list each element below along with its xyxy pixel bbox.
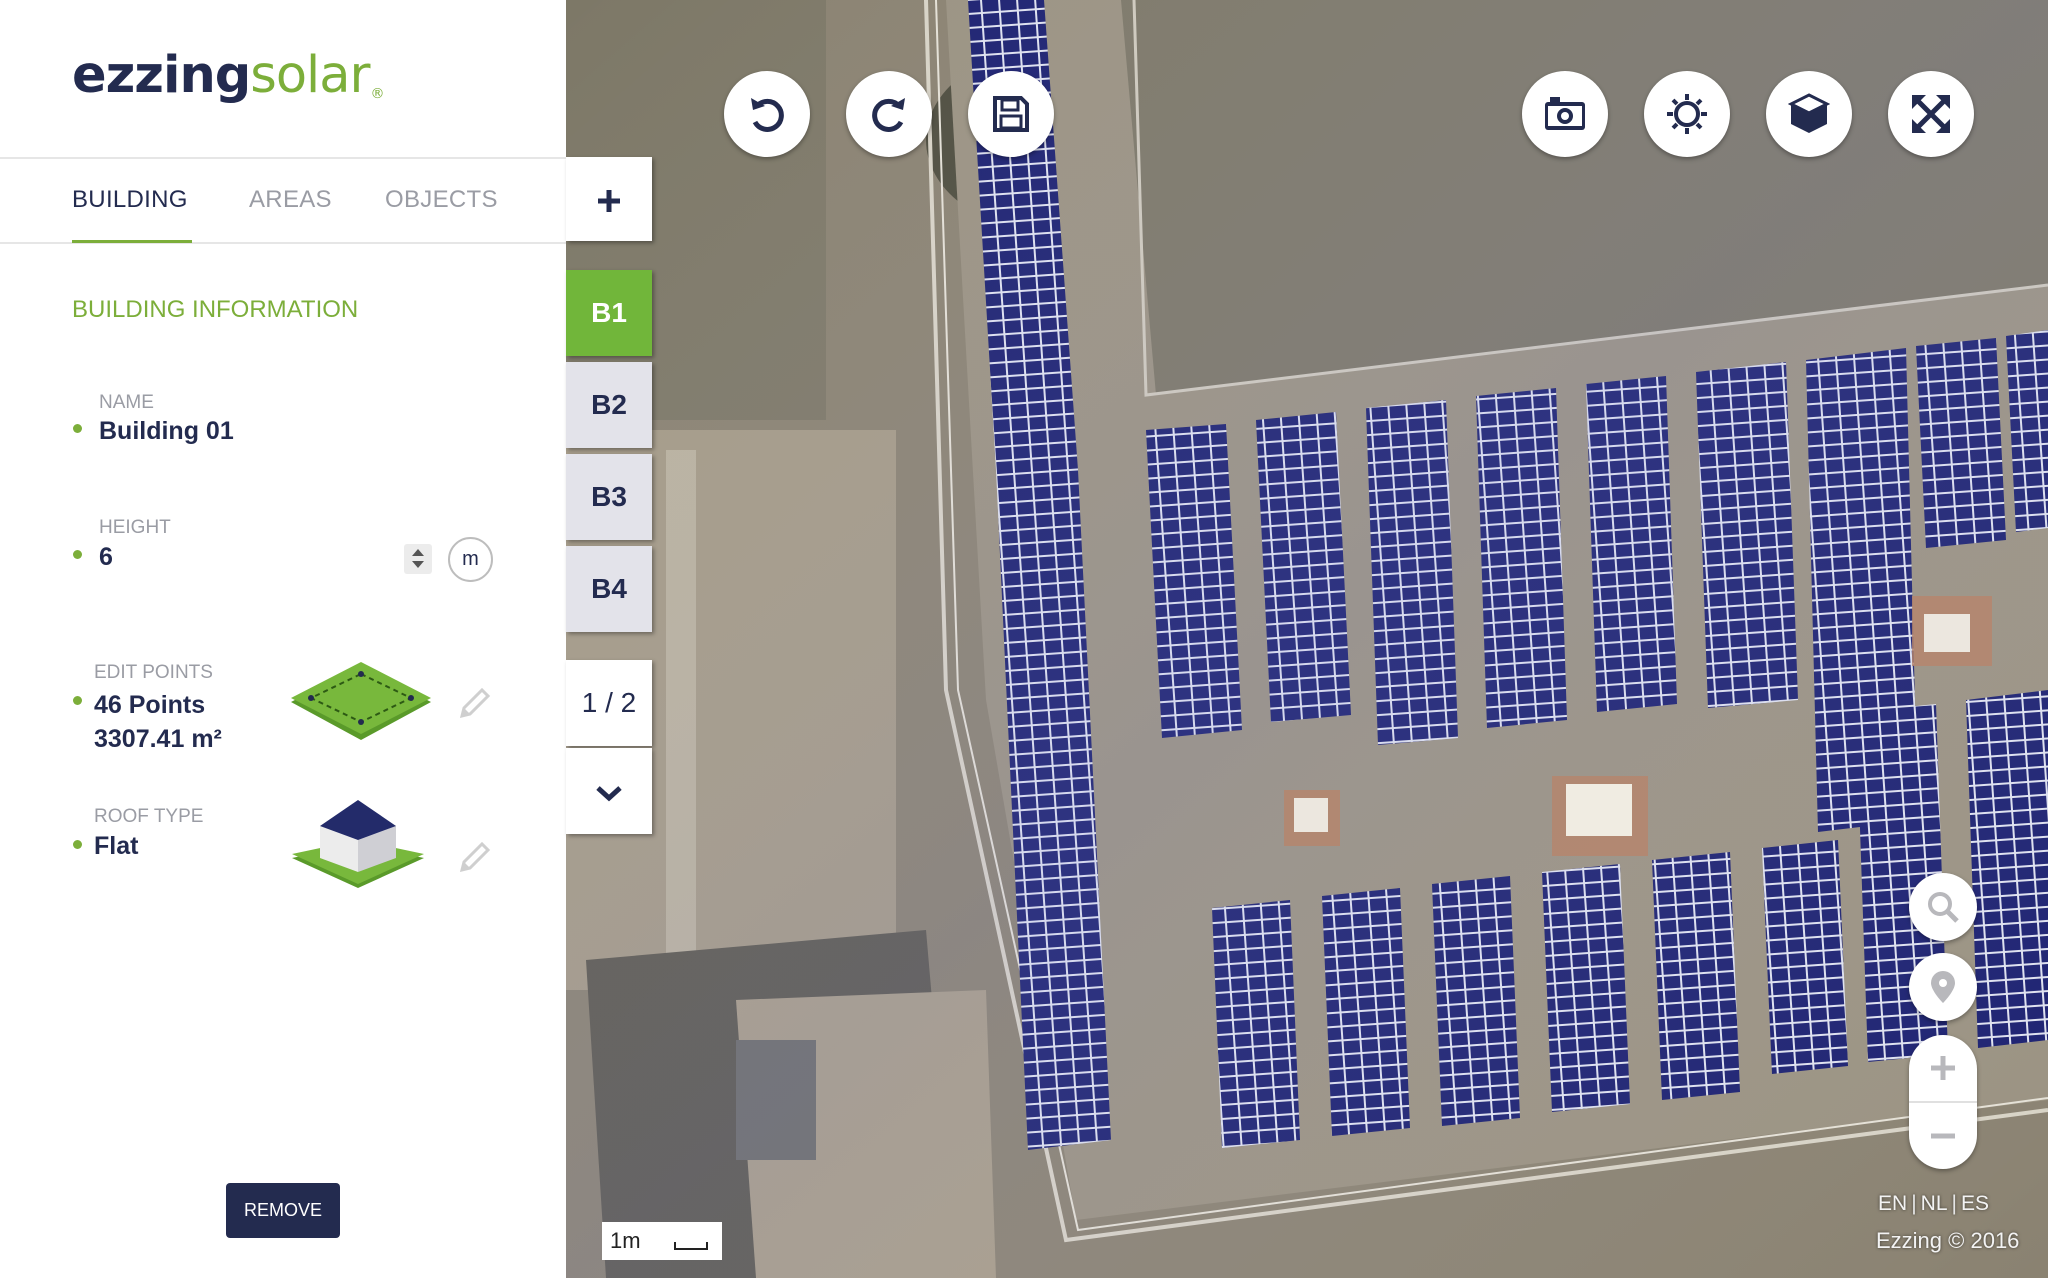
scale-label: 1m [610, 1228, 641, 1253]
zoom-in-icon [1931, 1056, 1955, 1080]
camera-icon [1545, 97, 1585, 130]
remove-button[interactable]: REMOVE [226, 1183, 340, 1238]
points-count: 46 Points [94, 691, 206, 719]
zoom-out-icon [1931, 1133, 1955, 1139]
locate-button[interactable] [1909, 953, 1977, 1021]
edit-points-label: EDIT POINTS [94, 662, 213, 683]
zoom-control [1909, 1035, 1977, 1169]
active-tab-indicator [72, 240, 192, 243]
height-field[interactable]: 6 [99, 543, 113, 572]
satellite-imagery [566, 0, 2048, 1278]
save-icon [993, 96, 1029, 132]
sun-icon [1667, 94, 1707, 134]
fullscreen-icon [1912, 95, 1950, 133]
scale-bar-graphic [674, 1242, 708, 1250]
plus-icon [598, 189, 620, 212]
roof-type-label: ROOF TYPE [94, 806, 204, 827]
undo-button[interactable] [724, 71, 810, 157]
lang-en[interactable]: EN [1878, 1192, 1907, 1215]
copyright: Ezzing © 2016 [1876, 1228, 2020, 1253]
building-page-indicator: 1 / 2 [566, 660, 652, 746]
tab-objects[interactable]: OBJECTS [385, 186, 498, 214]
building-tab-b4[interactable]: B4 [566, 546, 652, 632]
lang-nl[interactable]: NL [1921, 1192, 1948, 1215]
sidebar-tabs: BUILDING AREAS OBJECTS [0, 158, 566, 244]
flat-roof-icon[interactable] [288, 796, 428, 892]
name-field[interactable]: Building 01 [99, 417, 234, 446]
area-value: 3307.41 m² [94, 725, 222, 753]
map-viewport[interactable] [566, 0, 2048, 1278]
name-label: NAME [99, 392, 154, 413]
height-label: HEIGHT [99, 517, 171, 538]
unit-toggle[interactable]: m [448, 537, 493, 582]
fullscreen-button[interactable] [1888, 71, 1974, 157]
chevron-down-icon [596, 785, 622, 801]
cube-icon [1788, 93, 1830, 133]
redo-icon [872, 98, 905, 132]
ezzing-solar-logo: ezzingsolar® [72, 46, 384, 105]
height-stepper[interactable] [404, 544, 432, 574]
section-title: BUILDING INFORMATION [72, 296, 359, 323]
zoom-in-button[interactable] [1909, 1035, 1977, 1101]
roof-type-pencil-icon[interactable] [454, 838, 494, 878]
building-tab-b3[interactable]: B3 [566, 454, 652, 540]
building-tab-b1[interactable]: B1 [566, 270, 652, 356]
sidebar: ezzingsolar® BUILDING AREAS OBJECTS BUIL… [0, 0, 566, 1278]
location-pin-icon [1931, 971, 1955, 1003]
edit-points-pencil-icon[interactable] [454, 684, 494, 724]
undo-icon [751, 98, 784, 132]
3d-view-button[interactable] [1766, 71, 1852, 157]
roof-type-bullet [73, 840, 82, 849]
sun-position-button[interactable] [1644, 71, 1730, 157]
tab-areas[interactable]: AREAS [249, 186, 332, 214]
roof-type-value: Flat [94, 832, 139, 860]
redo-button[interactable] [846, 71, 932, 157]
more-buildings-button[interactable] [566, 748, 652, 834]
zoom-out-button[interactable] [1909, 1103, 1977, 1169]
edit-points-bullet [73, 696, 82, 705]
footprint-icon[interactable] [286, 660, 436, 746]
lang-es[interactable]: ES [1961, 1192, 1989, 1215]
language-switcher: EN | NL | ES [1878, 1192, 1989, 1215]
building-tab-b2[interactable]: B2 [566, 362, 652, 448]
add-building-button[interactable] [566, 157, 652, 241]
search-icon [1928, 892, 1959, 923]
search-button[interactable] [1909, 873, 1977, 941]
name-bullet [73, 424, 82, 433]
height-bullet [73, 550, 82, 559]
scale-bar: 1m [602, 1222, 722, 1260]
save-button[interactable] [968, 71, 1054, 157]
tab-building[interactable]: BUILDING [72, 186, 188, 214]
screenshot-button[interactable] [1522, 71, 1608, 157]
